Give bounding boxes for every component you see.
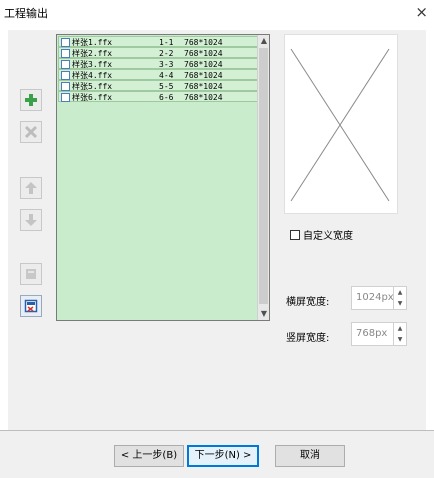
prev-button[interactable]: < 上一步(B) <box>114 445 184 467</box>
export-image-icon[interactable] <box>20 295 42 317</box>
scroll-down-icon[interactable]: ▼ <box>259 309 269 319</box>
next-button[interactable]: 下一步(N) > <box>187 445 259 467</box>
custom-width-label: 自定义宽度 <box>303 231 353 242</box>
landscape-width-stepper[interactable]: ▲ ▼ <box>393 287 406 309</box>
scroll-up-icon[interactable]: ▲ <box>259 36 269 46</box>
portrait-width-value: 768px <box>356 328 388 339</box>
window-title: 工程输出 <box>4 7 48 20</box>
list-scrollbar[interactable]: ▲ ▼ <box>257 35 269 320</box>
file-row[interactable]: 样张2.ffx 2-2 768*1024 <box>58 47 259 58</box>
landscape-width-label: 横屏宽度: <box>286 297 330 308</box>
file-list-rows: 样张1.ffx 1-1 768*1024 样张2.ffx 2-2 768*102… <box>58 36 259 102</box>
file-checkbox[interactable] <box>61 49 70 58</box>
disabled-page-icon[interactable] <box>20 263 42 285</box>
file-row[interactable]: 样张3.ffx 3-3 768*1024 <box>58 58 259 69</box>
portrait-width-stepper[interactable]: ▲ ▼ <box>393 323 406 345</box>
file-name: 样张6.ffx <box>72 93 113 102</box>
file-pages: 6-6 <box>159 93 174 102</box>
file-size: 768*1024 <box>184 93 223 102</box>
title-bar: 工程输出 × <box>0 0 434 26</box>
page-preview <box>284 34 398 214</box>
file-row[interactable]: 样张1.ffx 1-1 768*1024 <box>58 36 259 47</box>
spinner-down-icon[interactable]: ▼ <box>394 298 406 309</box>
portrait-width-field[interactable]: 768px ▲ ▼ <box>351 322 407 346</box>
empty-preview-icon <box>290 48 390 202</box>
cancel-button[interactable]: 取消 <box>275 445 345 467</box>
remove-icon[interactable] <box>20 121 42 143</box>
move-down-icon[interactable] <box>20 209 42 231</box>
spinner-up-icon[interactable]: ▲ <box>394 287 406 298</box>
file-checkbox[interactable] <box>61 71 70 80</box>
file-checkbox[interactable] <box>61 60 70 69</box>
file-checkbox[interactable] <box>61 82 70 91</box>
file-row[interactable]: 样张6.ffx 6-6 768*1024 <box>58 91 259 102</box>
close-icon[interactable]: × <box>415 3 428 21</box>
file-row[interactable]: 样张4.ffx 4-4 768*1024 <box>58 69 259 80</box>
file-checkbox[interactable] <box>61 93 70 102</box>
landscape-width-field[interactable]: 1024px ▲ ▼ <box>351 286 407 310</box>
landscape-width-value: 1024px <box>356 292 394 303</box>
spinner-down-icon[interactable]: ▼ <box>394 334 406 345</box>
custom-width-checkbox[interactable] <box>290 229 300 240</box>
custom-width-option[interactable]: 自定义宽度 <box>290 227 353 242</box>
scroll-thumb[interactable] <box>259 48 268 304</box>
file-checkbox[interactable] <box>61 38 70 47</box>
file-row[interactable]: 样张5.ffx 5-5 768*1024 <box>58 80 259 91</box>
spinner-up-icon[interactable]: ▲ <box>394 323 406 334</box>
move-up-icon[interactable] <box>20 177 42 199</box>
file-list[interactable]: 样张1.ffx 1-1 768*1024 样张2.ffx 2-2 768*102… <box>56 34 270 321</box>
add-icon[interactable] <box>20 89 42 111</box>
portrait-width-label: 竖屏宽度: <box>286 333 330 344</box>
